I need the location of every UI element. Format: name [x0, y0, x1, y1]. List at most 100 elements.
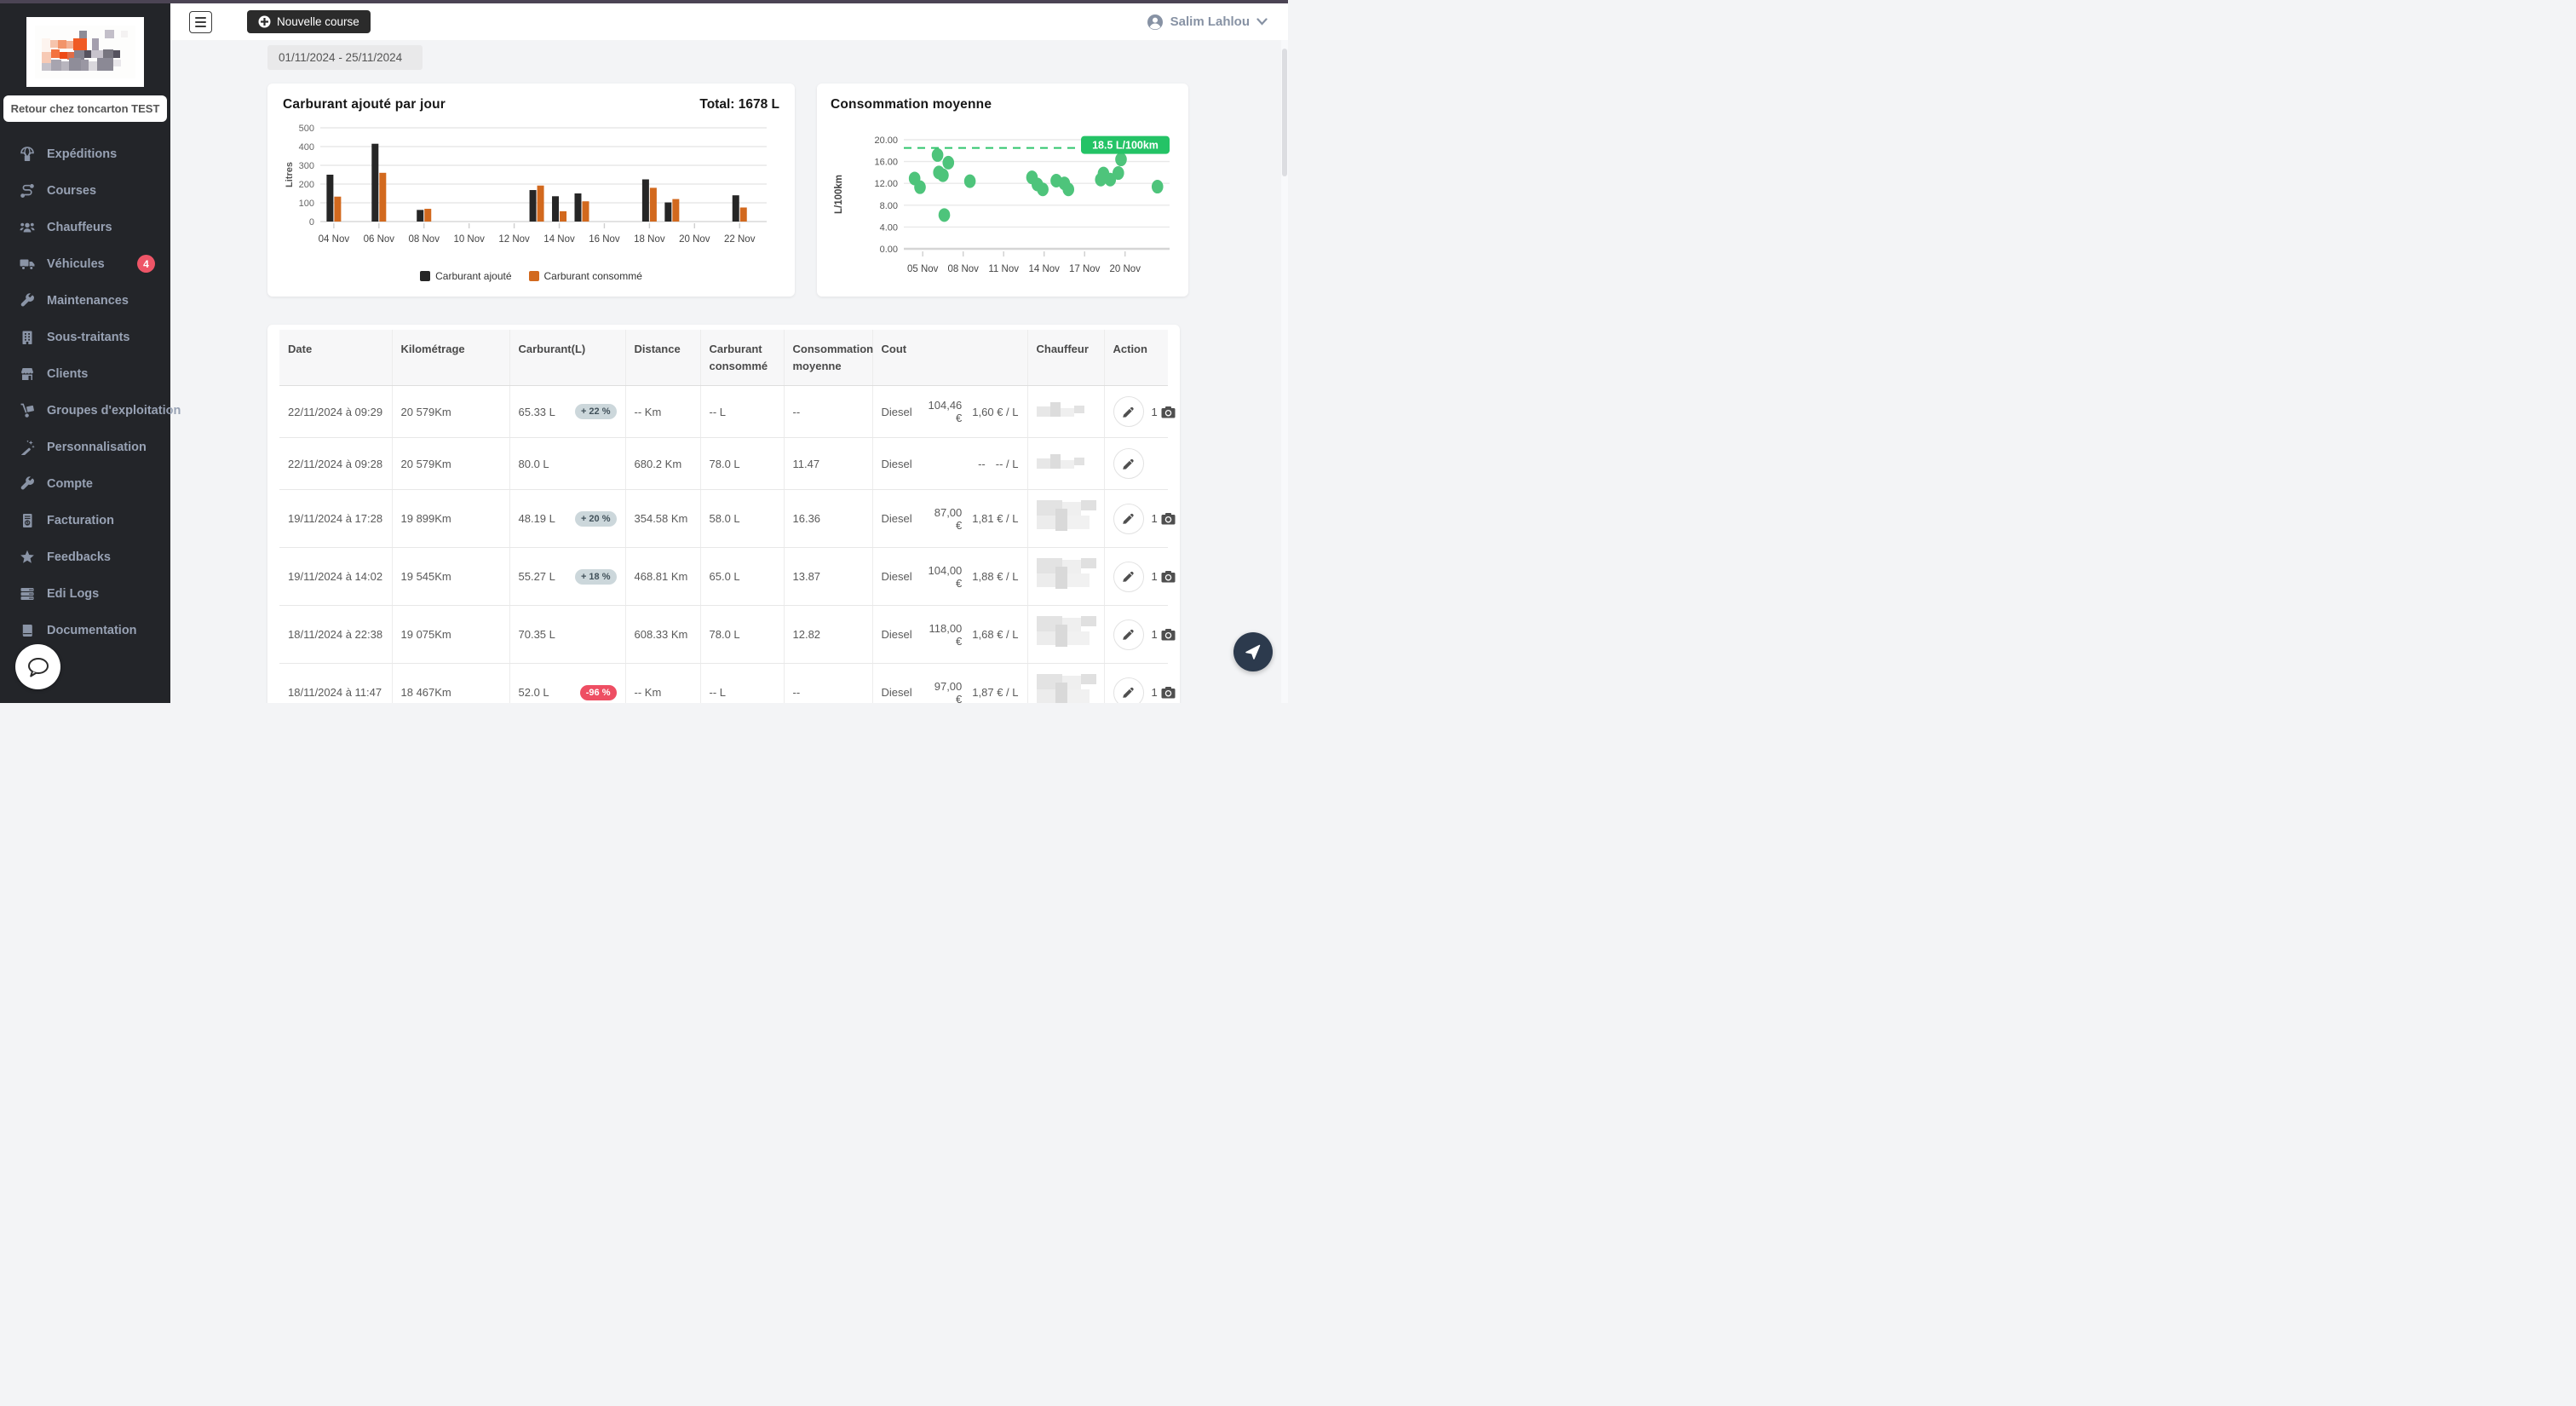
cell-carburant: 48.19 L + 20 % [509, 489, 626, 548]
sidebar-item-compte[interactable]: Compte [0, 465, 170, 502]
chauffeur-name-redacted [1036, 558, 1096, 589]
scatter-chart: 0.00 4.00 8.00 12.00 16.00 20.00 L/100km 05 Nov… [834, 135, 1170, 274]
sidebar: Retour chez toncarton TEST Expéditions Co… [0, 3, 181, 703]
chauffeur-name-redacted [1036, 453, 1084, 469]
scrollbar[interactable] [1281, 40, 1288, 703]
table-row: 22/11/2024 à 09:28 20 579Km 80.0 L 680.2 Km… [279, 437, 1168, 490]
avg-consumption-chart-card: Consommation moyenne 0.00 4.00 8.00 12.00 16… [817, 84, 1188, 297]
column-header-date: Date [279, 330, 393, 386]
deviation-badge: + 22 % [574, 404, 617, 419]
sidebar-item-v-hicules[interactable]: Véhicules 4 [0, 245, 170, 282]
wrench-icon [20, 475, 34, 490]
svg-text:0.00: 0.00 [880, 245, 898, 255]
sidebar-item-edi-logs[interactable]: Edi Logs [0, 575, 170, 612]
sidebar-item-label: Groupes d'exploitation [47, 403, 181, 418]
bar-chart-legend: Carburant ajouté Carburant consommé [283, 270, 779, 282]
chevron-down-icon [1256, 18, 1268, 26]
cell-distance: 468.81 Km [625, 547, 701, 606]
sidebar-item-label: Expéditions [47, 147, 118, 161]
cost-per-liter: 1,81 € / L [972, 512, 1019, 525]
parachute-box-icon [20, 146, 34, 161]
company-logo[interactable] [26, 17, 144, 87]
photo-count: 1 [1151, 628, 1158, 641]
photo-count: 1 [1151, 512, 1158, 525]
cell-kilometrage: 19 899Km [392, 489, 510, 548]
sidebar-item-maintenances[interactable]: Maintenances [0, 282, 170, 319]
svg-text:14 Nov: 14 Nov [543, 234, 575, 245]
sidebar-toggle-button[interactable] [189, 11, 212, 33]
sidebar-item-courses[interactable]: Courses [0, 172, 170, 209]
edit-button[interactable] [1113, 448, 1144, 479]
svg-text:300: 300 [299, 161, 314, 171]
cell-chauffeur [1027, 437, 1105, 490]
cell-consommation-moyenne: 11.47 [784, 437, 873, 490]
cost-total: 87,00 € [934, 505, 963, 532]
svg-text:18 Nov: 18 Nov [634, 234, 665, 245]
deviation-badge: -96 % [579, 684, 617, 700]
server-icon [20, 587, 34, 600]
legend-carburant-ajout[interactable]: Carburant ajouté [420, 270, 512, 282]
wrench-icon [20, 292, 34, 307]
cell-distance: 680.2 Km [625, 437, 701, 490]
photo-count-button[interactable]: 1 [1152, 570, 1176, 583]
date-range-value: 01/11/2024 - 25/11/2024 [279, 51, 403, 64]
cell-date: 22/11/2024 à 09:29 [279, 385, 393, 438]
chauffeur-name-redacted [1036, 674, 1096, 703]
edit-button[interactable] [1113, 677, 1144, 703]
user-avatar-icon [1147, 14, 1163, 30]
fuel-log-table: Date Kilométrage Carburant(L) Distance Carbu… [279, 330, 1176, 704]
sidebar-item-label: Sous-traitants [47, 330, 130, 344]
cell-distance: 608.33 Km [625, 605, 701, 664]
photo-count-button[interactable]: 1 [1152, 628, 1176, 641]
photo-count: 1 [1151, 570, 1158, 583]
return-home-button[interactable]: Retour chez toncarton TEST [3, 95, 167, 122]
sidebar-item-label: Chauffeurs [47, 220, 112, 234]
locate-send-button[interactable] [1233, 632, 1273, 671]
cell-action: 1 [1104, 605, 1176, 664]
chat-button[interactable] [15, 644, 60, 689]
bar-chart-total: Total: 1678 L [699, 97, 779, 112]
cell-carburant-consomme: -- L [700, 663, 785, 703]
edit-button[interactable] [1113, 561, 1144, 592]
sidebar-item-label: Véhicules [47, 256, 105, 271]
cell-cout: Diesel 104,00 € 1,88 € / L [872, 547, 1028, 606]
company-logo-pixelated-image [35, 26, 135, 78]
cell-distance: 354.58 Km [625, 489, 701, 548]
photo-count-button[interactable]: 1 [1152, 512, 1176, 525]
sidebar-item-label: Documentation [47, 623, 137, 637]
svg-text:16.00: 16.00 [874, 158, 898, 168]
user-menu[interactable]: Salim Lahlou [1147, 3, 1268, 40]
new-course-button[interactable]: Nouvelle course [247, 10, 371, 33]
photo-count-button[interactable]: 1 [1152, 686, 1176, 699]
cost-per-liter: -- / L [995, 457, 1019, 470]
date-range-picker[interactable]: 01/11/2024 - 25/11/2024 [267, 45, 423, 70]
edit-button[interactable] [1113, 396, 1144, 427]
sidebar-item-exp-ditions[interactable]: Expéditions [0, 135, 170, 172]
sidebar-item-documentation[interactable]: Documentation [0, 612, 170, 648]
edit-button[interactable] [1113, 503, 1144, 534]
cell-distance: -- Km [625, 385, 701, 438]
sidebar-item-clients[interactable]: Clients [0, 355, 170, 392]
svg-text:200: 200 [299, 180, 314, 190]
cost-total: 97,00 € [934, 679, 963, 704]
legend-carburant-consomm[interactable]: Carburant consommé [528, 270, 642, 282]
sidebar-item-feedbacks[interactable]: Feedbacks [0, 539, 170, 575]
cell-consommation-moyenne: 13.87 [784, 547, 873, 606]
column-header-cout: Cout [872, 330, 1028, 386]
photo-count-button[interactable]: 1 [1152, 406, 1176, 418]
cell-action: 1 [1104, 547, 1176, 606]
fuel-added-chart-card: Carburant ajouté par jour Total: 1678 L … [267, 84, 795, 297]
sidebar-item-groupes-d-exploitation[interactable]: Groupes d'exploitation [0, 392, 181, 429]
photo-count: 1 [1151, 686, 1158, 699]
scrollbar-thumb[interactable] [1282, 49, 1287, 176]
sidebar-item-sous-traitants[interactable]: Sous-traitants [0, 319, 170, 355]
sidebar-item-personnalisation[interactable]: Personnalisation [0, 429, 170, 465]
cell-carburant-consomme: 58.0 L [700, 489, 785, 548]
edit-button[interactable] [1113, 619, 1144, 650]
svg-text:11 Nov: 11 Nov [988, 264, 1019, 274]
sidebar-item-chauffeurs[interactable]: Chauffeurs [0, 209, 170, 245]
cell-cout: Diesel 104,46 € 1,60 € / L [872, 385, 1028, 438]
cell-chauffeur [1027, 547, 1105, 606]
store-icon [21, 367, 33, 380]
sidebar-item-facturation[interactable]: $ Facturation [0, 502, 170, 539]
